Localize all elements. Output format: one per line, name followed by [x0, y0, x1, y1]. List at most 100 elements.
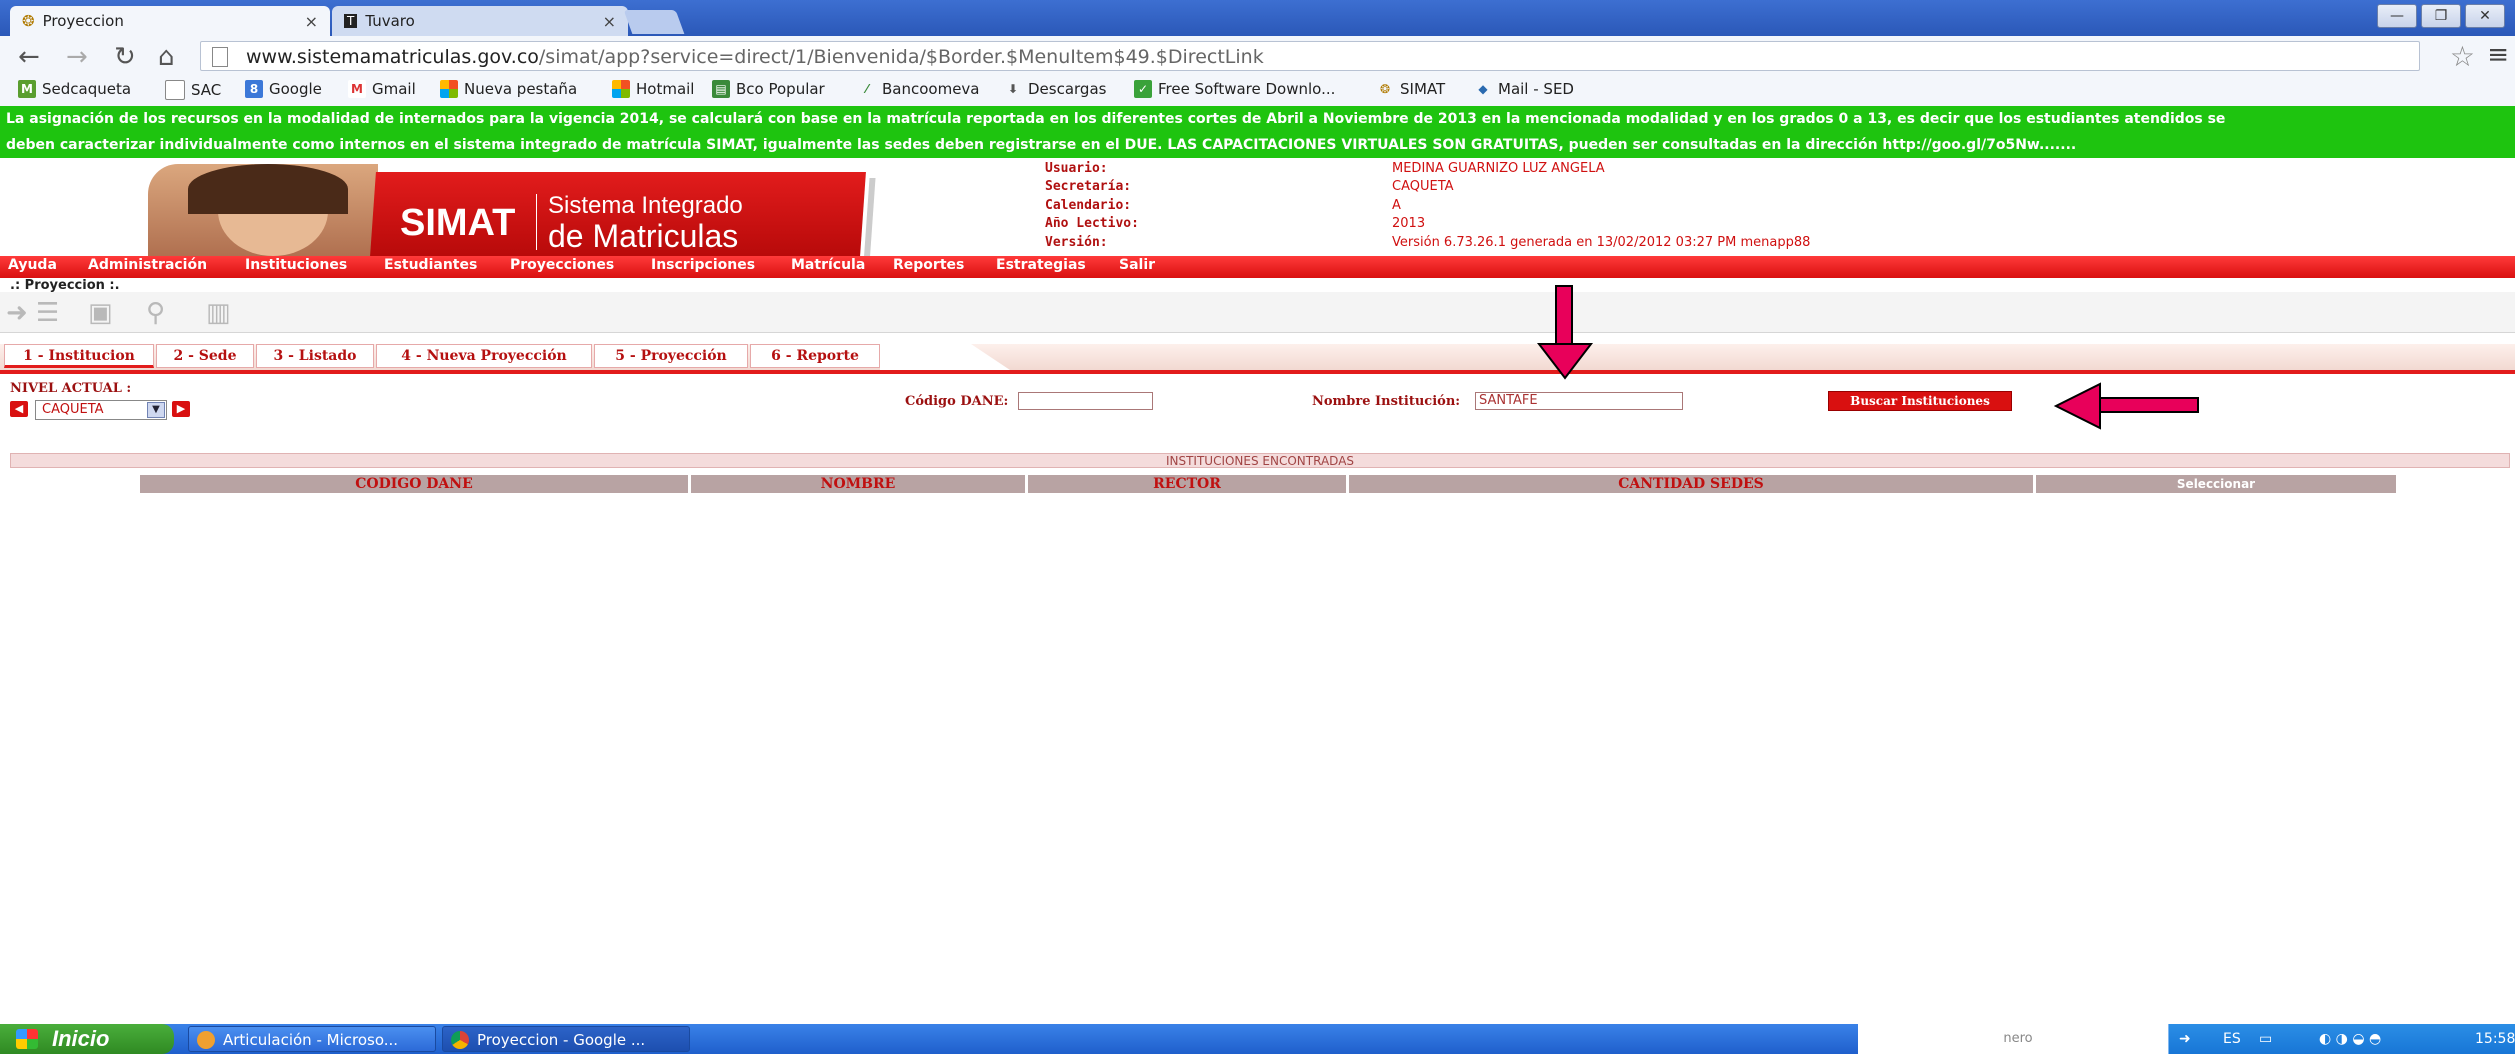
student-photo — [148, 164, 378, 256]
bookmark-bancoomeva[interactable]: ⁄ Bancoomeva — [858, 80, 980, 98]
close-tab-icon[interactable]: × — [603, 12, 616, 31]
clock[interactable]: 15:58 — [2475, 1024, 2515, 1054]
m-icon: M — [18, 80, 36, 98]
logo-subtitle-2: de Matriculas — [548, 218, 739, 254]
windows-taskbar: Inicio Articulación - Microso... Proyecc… — [0, 1024, 2515, 1054]
bookmark-mail-sed[interactable]: ◆ Mail - SED — [1474, 80, 1574, 98]
menu-proyecciones[interactable]: Proyecciones — [510, 257, 614, 273]
nivel-select-value: CAQUETA — [42, 402, 104, 417]
url-host: www.sistemamatriculas.gov.co — [246, 46, 539, 68]
reload-icon[interactable]: ↻ — [114, 42, 136, 72]
browser-toolbar: ← → ↻ ⌂ www.sistemamatriculas.gov.co/sim… — [0, 36, 2515, 77]
new-tab-button[interactable] — [623, 10, 685, 34]
wizard-steps: 1 - Institucion 2 - Sede 3 - Listado 4 -… — [0, 344, 2515, 370]
chevron-down-icon[interactable]: ▼ — [147, 402, 165, 418]
download-icon: ⬇ — [1007, 82, 1019, 96]
url-path: /simat/app?service=direct/1/Bienvenida/$… — [538, 46, 1264, 68]
simat-logo: SIMAT Sistema Integrado de Matriculas — [148, 164, 868, 256]
usuario-label: Usuario: — [1045, 161, 1108, 176]
bookmark-nueva-pestana[interactable]: Nueva pestaña — [440, 80, 577, 98]
search-icon[interactable]: ⚲ — [146, 298, 165, 328]
list-icon[interactable]: ☰ — [36, 298, 59, 328]
windows-icon — [612, 80, 630, 98]
annotation-arrow-left-icon — [2053, 382, 2199, 430]
step-institucion[interactable]: 1 - Institucion — [4, 344, 154, 368]
menu-estrategias[interactable]: Estrategias — [996, 257, 1086, 273]
keyboard-icon[interactable]: ▭ — [2259, 1024, 2272, 1054]
maximize-icon[interactable]: ❐ — [2421, 4, 2461, 28]
arrow-right-icon[interactable]: ➜ — [6, 298, 28, 328]
menu-ayuda[interactable]: Ayuda — [8, 257, 57, 273]
chrome-icon — [451, 1031, 469, 1049]
notice-line-2: deben caracterizar individualmente como … — [6, 137, 2077, 153]
step-proyeccion[interactable]: 5 - Proyección — [594, 344, 748, 368]
bookmark-hotmail[interactable]: Hotmail — [612, 80, 694, 98]
secretaria-value: CAQUETA — [1392, 179, 1454, 194]
tray-icons[interactable]: ◐ ◑ ◒ ◓ — [2319, 1024, 2381, 1054]
close-tab-icon[interactable]: × — [305, 12, 318, 31]
browser-menu-icon[interactable]: ≡ — [2487, 40, 2509, 70]
simat-favicon-icon: ❂ — [22, 12, 35, 30]
bookmark-descargas[interactable]: ⬇ Descargas — [1004, 80, 1107, 98]
menu-instituciones[interactable]: Instituciones — [245, 257, 347, 273]
save-icon[interactable]: ▣ — [88, 298, 113, 328]
bookmark-bco-popular[interactable]: ▤ Bco Popular — [712, 80, 825, 98]
nivel-select[interactable]: CAQUETA ▼ — [35, 400, 167, 420]
step-nueva-proyeccion[interactable]: 4 - Nueva Proyección — [376, 344, 592, 368]
bookmark-star-icon[interactable]: ☆ — [2450, 40, 2475, 73]
prev-level-icon[interactable]: ◀ — [10, 401, 28, 417]
network-arrow-icon[interactable]: ➜ — [2179, 1024, 2191, 1054]
menu-reportes[interactable]: Reportes — [893, 257, 964, 273]
bookmark-gmail[interactable]: M Gmail — [348, 80, 416, 98]
menu-estudiantes[interactable]: Estudiantes — [384, 257, 477, 273]
bookmark-google[interactable]: 8 Google — [245, 80, 322, 98]
tab-proyeccion[interactable]: ❂ Proyeccion × — [10, 6, 330, 36]
step-listado[interactable]: 3 - Listado — [256, 344, 374, 368]
buscar-instituciones-button[interactable]: Buscar Instituciones — [1828, 391, 2012, 411]
bookmark-sac[interactable]: SAC — [165, 80, 221, 100]
bank-icon: ▤ — [712, 80, 730, 98]
address-bar[interactable]: www.sistemamatriculas.gov.co/simat/app?s… — [200, 41, 2420, 71]
tab-title: Tuvaro — [365, 12, 415, 30]
leaf-icon: ⁄ — [865, 82, 868, 96]
close-window-icon[interactable]: ✕ — [2465, 4, 2505, 28]
windows-logo-icon — [16, 1029, 38, 1049]
page-icon — [165, 80, 185, 100]
forward-icon[interactable]: → — [66, 42, 88, 72]
start-button[interactable]: Inicio — [0, 1024, 174, 1054]
bookmark-sedcaqueta[interactable]: M Sedcaqueta — [18, 80, 131, 98]
trash-icon[interactable]: ▥ — [206, 298, 231, 328]
task-articulacion[interactable]: Articulación - Microso... — [188, 1026, 436, 1052]
usuario-value: MEDINA GUARNIZO LUZ ANGELA — [1392, 161, 1605, 176]
col-seleccionar: Seleccionar — [2036, 475, 2396, 493]
version-value: Versión 6.73.26.1 generada en 13/02/2012… — [1392, 235, 1811, 250]
ano-lectivo-label: Año Lectivo: — [1045, 216, 1139, 231]
tab-tuvaro[interactable]: T Tuvaro × — [332, 6, 628, 36]
menu-salir[interactable]: Salir — [1119, 257, 1155, 273]
bookmark-free-software[interactable]: ✓ Free Software Downlo... — [1134, 80, 1335, 98]
nombre-institucion-input[interactable]: SANTAFE — [1475, 392, 1683, 410]
page-header: SIMAT Sistema Integrado de Matriculas Us… — [0, 158, 2515, 256]
step-sede[interactable]: 2 - Sede — [156, 344, 254, 368]
step-reporte[interactable]: 6 - Reporte — [750, 344, 880, 368]
codigo-dane-input[interactable] — [1018, 392, 1153, 410]
menu-inscripciones[interactable]: Inscripciones — [651, 257, 755, 273]
calendario-value: A — [1392, 198, 1401, 213]
minimize-icon[interactable]: — — [2377, 4, 2417, 28]
col-cantidad-sedes: CANTIDAD SEDES — [1349, 475, 2033, 493]
task-proyeccion-chrome[interactable]: Proyeccion - Google ... — [442, 1026, 690, 1052]
bookmark-simat[interactable]: ❂ SIMAT — [1376, 80, 1445, 98]
language-indicator[interactable]: ES — [2223, 1024, 2241, 1054]
logo-subtitle-1: Sistema Integrado — [548, 192, 743, 219]
back-icon[interactable]: ← — [18, 42, 40, 72]
action-toolbar: ➜ ☰ ▣ ⚲ ▥ — [0, 292, 2515, 333]
notice-line-1: La asignación de los recursos en la moda… — [6, 111, 2226, 127]
mail-icon: ◆ — [1478, 82, 1488, 96]
menu-administracion[interactable]: Administración — [88, 257, 207, 273]
home-icon[interactable]: ⌂ — [158, 42, 175, 72]
next-level-icon[interactable]: ▶ — [172, 401, 190, 417]
menu-matricula[interactable]: Matrícula — [791, 257, 865, 273]
nero-search-bar[interactable]: nero — [1858, 1024, 2178, 1054]
check-icon: ✓ — [1134, 80, 1152, 98]
outlook-icon — [197, 1031, 215, 1049]
